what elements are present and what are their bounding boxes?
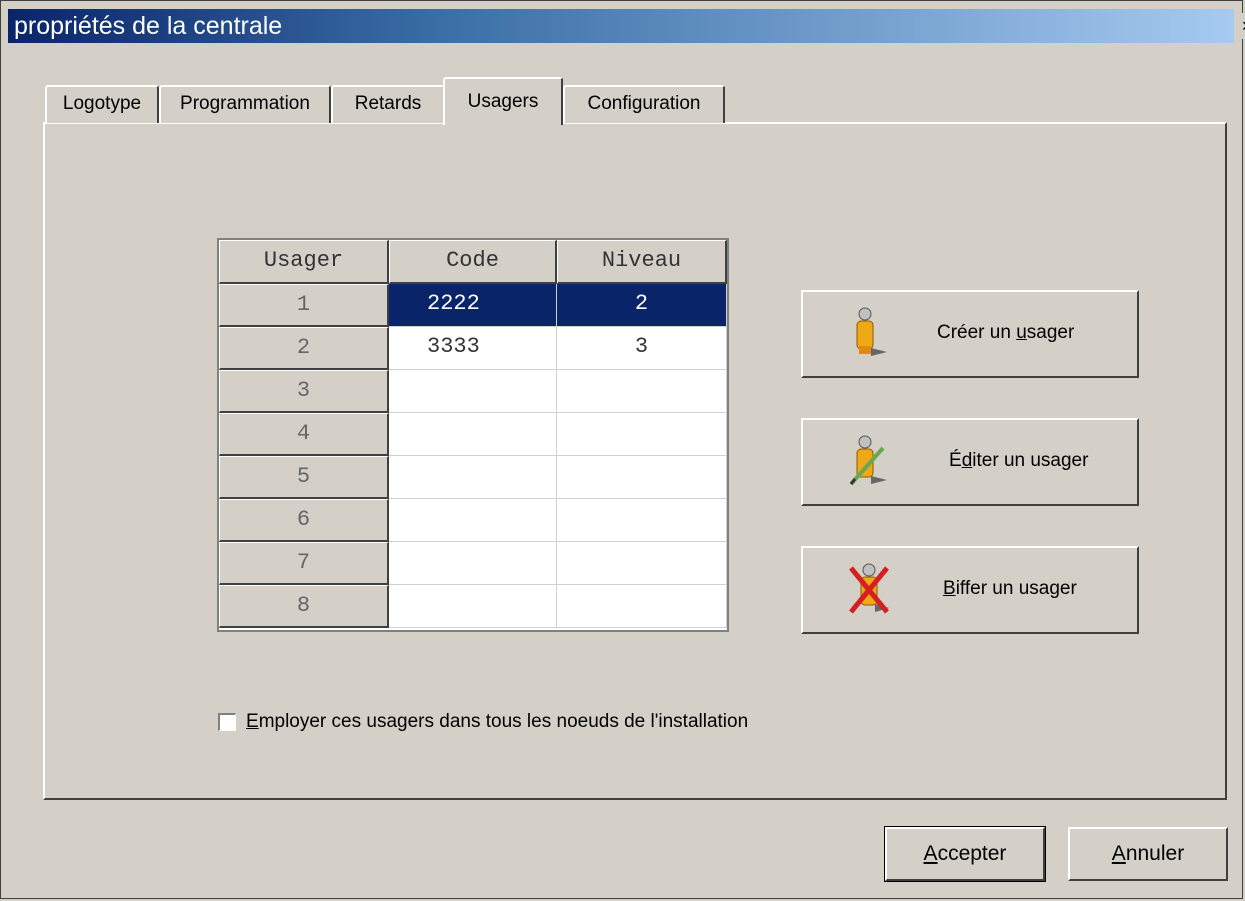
row-header[interactable]: 1 <box>219 284 389 327</box>
table-cell-niveau[interactable]: 2 <box>557 284 727 327</box>
users-table: Usager Code Niveau 1 2222 2 2 3333 3 3 4 5 6 7 8 <box>217 238 729 632</box>
tab-usagers[interactable]: Usagers <box>443 77 563 125</box>
column-header[interactable]: Code <box>389 240 557 284</box>
row-header[interactable]: 6 <box>219 499 389 542</box>
row-header[interactable]: 4 <box>219 413 389 456</box>
table-cell-code[interactable]: 3333 <box>389 327 557 370</box>
row-header[interactable]: 3 <box>219 370 389 413</box>
window-title: propriétés de la centrale <box>14 12 283 40</box>
column-header[interactable]: Usager <box>219 240 389 284</box>
edit-user-icon <box>849 435 887 486</box>
close-icon[interactable]: × <box>1237 13 1245 39</box>
table-cell-code[interactable] <box>389 585 557 628</box>
table-cell-niveau[interactable] <box>557 585 727 628</box>
use-users-all-nodes-checkbox[interactable] <box>218 713 236 731</box>
create-user-button[interactable]: Créer un usager <box>801 290 1139 378</box>
tab-retards[interactable]: Retards <box>331 85 445 123</box>
delete-user-button[interactable]: Biffer un usager <box>801 546 1139 634</box>
create-user-label: Créer un usager <box>937 322 1075 343</box>
row-header[interactable]: 8 <box>219 585 389 628</box>
table-cell-niveau[interactable]: 3 <box>557 327 727 370</box>
use-users-all-nodes-label[interactable]: Employer ces usagers dans tous les noeud… <box>246 711 748 733</box>
cancel-button[interactable]: Annuler <box>1068 827 1228 881</box>
delete-user-icon <box>849 563 889 614</box>
table-cell-niveau[interactable] <box>557 499 727 542</box>
edit-user-label: Éditer un usager <box>949 450 1089 471</box>
tab-logotype[interactable]: Logotype <box>45 85 159 123</box>
table-cell-niveau[interactable] <box>557 370 727 413</box>
tab-programmation[interactable]: Programmation <box>159 85 331 123</box>
user-icon <box>856 307 887 356</box>
table-cell-code[interactable] <box>389 456 557 499</box>
table-cell-code[interactable] <box>389 499 557 542</box>
column-header[interactable]: Niveau <box>557 240 727 284</box>
properties-dialog: propriétés de la centrale × Logotype Pro… <box>0 0 1245 899</box>
row-header[interactable]: 7 <box>219 542 389 585</box>
table-cell-code[interactable]: 2222 <box>389 284 557 327</box>
table-cell-niveau[interactable] <box>557 542 727 585</box>
table-cell-niveau[interactable] <box>557 456 727 499</box>
table-cell-code[interactable] <box>389 413 557 456</box>
title-bar[interactable]: propriétés de la centrale <box>8 9 1234 43</box>
row-header[interactable]: 2 <box>219 327 389 370</box>
table-cell-code[interactable] <box>389 370 557 413</box>
accept-button[interactable]: Accepter <box>884 826 1046 882</box>
table-cell-code[interactable] <box>389 542 557 585</box>
tab-configuration[interactable]: Configuration <box>563 85 725 123</box>
edit-user-button[interactable]: Éditer un usager <box>801 418 1139 506</box>
delete-user-label: Biffer un usager <box>943 578 1077 599</box>
row-header[interactable]: 5 <box>219 456 389 499</box>
table-cell-niveau[interactable] <box>557 413 727 456</box>
